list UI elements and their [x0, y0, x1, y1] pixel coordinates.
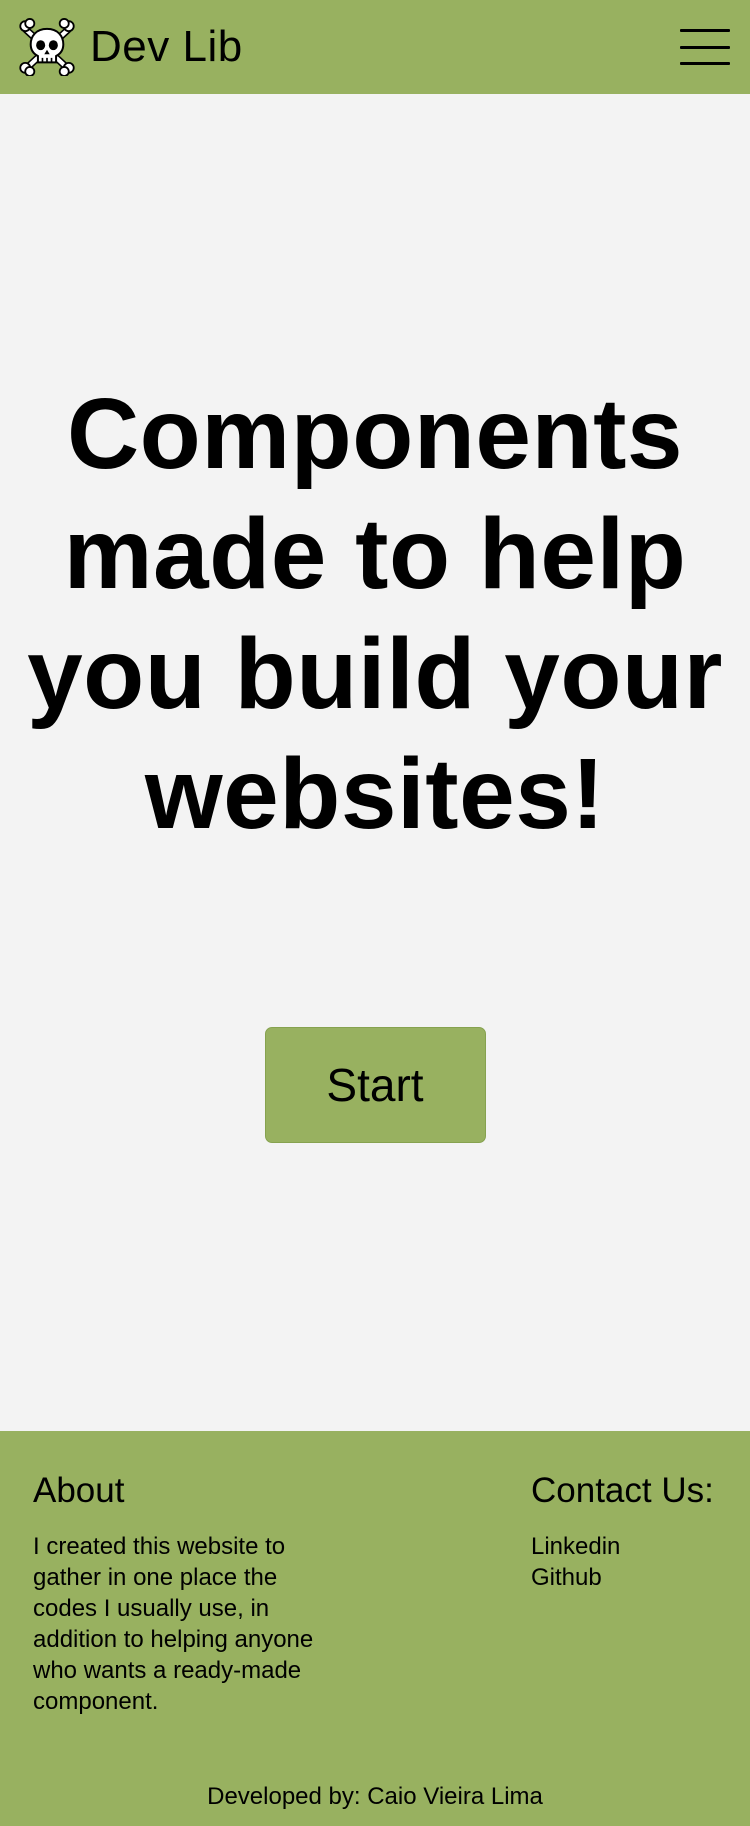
- brand[interactable]: Dev Lib: [18, 18, 243, 76]
- footer: About I created this website to gather i…: [0, 1431, 750, 1826]
- about-text: I created this website to gather in one …: [33, 1533, 314, 1715]
- menu-line: [680, 29, 730, 32]
- linkedin-link[interactable]: Linkedin: [531, 1531, 714, 1562]
- about-title: About: [33, 1471, 125, 1510]
- github-link[interactable]: Github: [531, 1562, 714, 1593]
- contact-section: Contact Us: Linkedin Github: [531, 1469, 714, 1593]
- developer-credit: Developed by: Caio Vieira Lima: [207, 1783, 543, 1810]
- menu-line: [680, 45, 730, 49]
- hamburger-menu-icon[interactable]: [680, 29, 730, 65]
- brand-name: Dev Lib: [90, 22, 243, 71]
- menu-line: [680, 62, 730, 65]
- skull-and-crossbones-icon: [19, 18, 75, 76]
- hero-headline: Components made to help you build your w…: [27, 378, 723, 850]
- about-section: About I created this website to gather i…: [33, 1469, 333, 1717]
- top-navbar: Dev Lib: [0, 0, 750, 94]
- start-button[interactable]: Start: [264, 1027, 486, 1143]
- hero-section: Components made to help you build your w…: [0, 94, 750, 1431]
- contact-title: Contact Us:: [531, 1471, 714, 1510]
